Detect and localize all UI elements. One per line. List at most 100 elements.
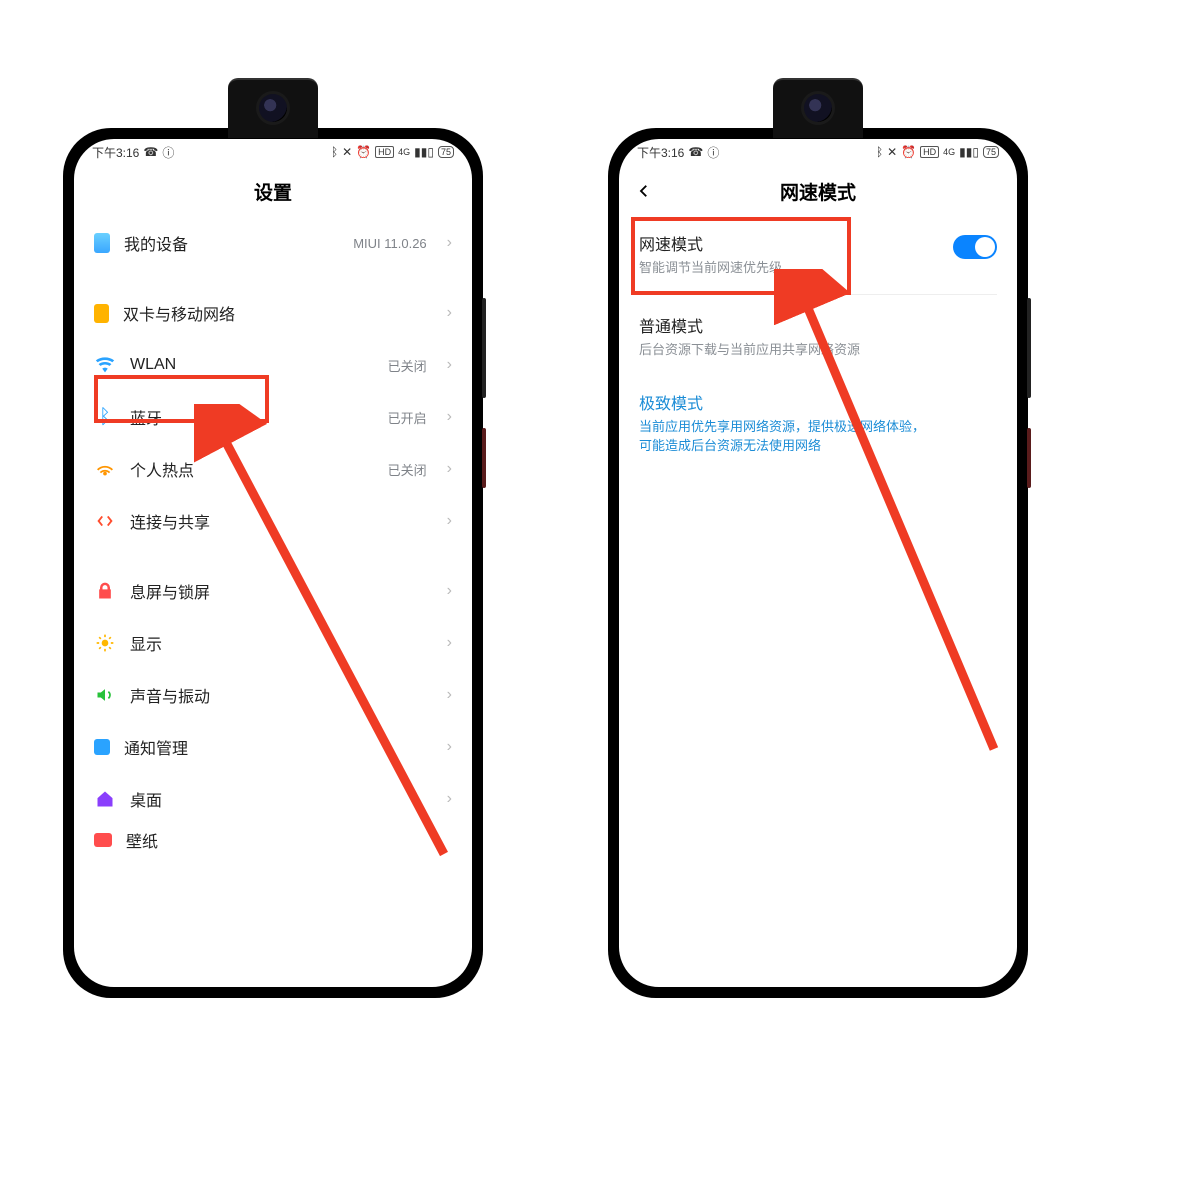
status-bar: 下午3:16 ☎ ⓘ ᛒ ✕ ⏰ HD 4G ▮▮▯ 75 — [74, 139, 472, 165]
row-label: 桌面 — [130, 787, 433, 811]
chevron-right-icon: › — [447, 304, 452, 322]
info-icon: ⓘ — [162, 144, 174, 161]
row-label: 显示 — [130, 631, 433, 655]
share-icon — [94, 510, 116, 532]
dnd-icon: ✕ — [342, 145, 352, 159]
status-time: 下午3:16 — [637, 144, 684, 161]
bluetooth-icon: ᛒ — [94, 406, 116, 428]
screen-settings: 下午3:16 ☎ ⓘ ᛒ ✕ ⏰ HD 4G ▮▮▯ 75 设置 我的设备 MI… — [74, 139, 472, 987]
back-button[interactable] — [635, 165, 665, 217]
row-value: 已关闭 — [388, 460, 427, 479]
page-title: 设置 — [254, 178, 292, 205]
row-label: 连接与共享 — [130, 509, 433, 533]
bluetooth-icon: ᛒ — [876, 145, 883, 159]
sim-icon — [94, 304, 109, 323]
image-icon — [94, 833, 112, 847]
chevron-right-icon: › — [447, 634, 452, 652]
network-icon: 4G — [943, 147, 955, 157]
row-connection-share[interactable]: 连接与共享 › — [74, 495, 472, 547]
row-value: MIUI 11.0.26 — [353, 236, 426, 251]
title-bar: 网速模式 — [619, 165, 1017, 217]
alarm-icon: ⏰ — [356, 145, 371, 159]
block-title: 网速模式 — [639, 231, 782, 255]
status-right: ᛒ ✕ ⏰ HD 4G ▮▮▯ 75 — [876, 145, 999, 159]
row-bluetooth[interactable]: ᛒ 蓝牙 已开启 › — [74, 391, 472, 443]
toggle-switch[interactable] — [953, 235, 997, 259]
row-label: 息屏与锁屏 — [130, 579, 433, 603]
row-display[interactable]: 显示 › — [74, 617, 472, 669]
hotspot-icon — [94, 458, 116, 480]
info-icon: ⓘ — [707, 144, 719, 161]
title-bar: 设置 — [74, 165, 472, 217]
signal-icon: ▮▮▯ — [959, 145, 979, 159]
block-desc: 当前应用优先享用网络资源，提供极速网络体验，可能造成后台资源无法使用网络 — [639, 418, 934, 456]
block-title: 极致模式 — [639, 390, 934, 414]
hd-icon: HD — [375, 146, 394, 158]
volume-button — [1027, 298, 1031, 398]
volume-button — [482, 298, 486, 398]
device-icon — [94, 233, 110, 253]
wifi-icon — [94, 354, 116, 376]
chevron-right-icon: › — [447, 790, 452, 808]
call-icon: ☎ — [688, 145, 703, 159]
lock-icon — [94, 580, 116, 602]
row-label: 通知管理 — [124, 735, 433, 759]
block-extreme-mode[interactable]: 极致模式 当前应用优先享用网络资源，提供极速网络体验，可能造成后台资源无法使用网… — [619, 376, 1017, 472]
block-title: 普通模式 — [639, 313, 860, 337]
row-home[interactable]: 桌面 › — [74, 773, 472, 825]
chevron-right-icon: › — [447, 582, 452, 600]
row-wallpaper[interactable]: 壁纸 — [74, 825, 472, 855]
row-notifications[interactable]: 通知管理 › — [74, 721, 472, 773]
signal-icon: ▮▮▯ — [414, 145, 434, 159]
row-lockscreen[interactable]: 息屏与锁屏 › — [74, 565, 472, 617]
call-icon: ☎ — [143, 145, 158, 159]
home-icon — [94, 788, 116, 810]
status-time: 下午3:16 — [92, 144, 139, 161]
chevron-right-icon: › — [447, 460, 452, 478]
block-normal-mode[interactable]: 普通模式 后台资源下载与当前应用共享网络资源 — [619, 299, 1017, 376]
battery-icon: 75 — [983, 146, 999, 158]
camera-bump — [228, 78, 318, 138]
camera-bump — [773, 78, 863, 138]
row-my-device[interactable]: 我的设备 MIUI 11.0.26 › — [74, 217, 472, 269]
row-label: 壁纸 — [126, 828, 452, 852]
row-label: 双卡与移动网络 — [123, 301, 433, 325]
block-desc: 后台资源下载与当前应用共享网络资源 — [639, 341, 860, 360]
row-value: 已关闭 — [388, 356, 427, 375]
divider — [639, 294, 997, 295]
notification-icon — [94, 739, 110, 755]
bluetooth-icon: ᛒ — [331, 145, 338, 159]
row-label: 我的设备 — [124, 231, 339, 255]
screen-netspeed: 下午3:16 ☎ ⓘ ᛒ ✕ ⏰ HD 4G ▮▮▯ 75 网速模式 网速模式 — [619, 139, 1017, 987]
row-wlan[interactable]: WLAN 已关闭 › — [74, 339, 472, 391]
chevron-right-icon: › — [447, 356, 452, 374]
row-hotspot[interactable]: 个人热点 已关闭 › — [74, 443, 472, 495]
power-button — [1027, 428, 1031, 488]
row-value: 已开启 — [388, 408, 427, 427]
row-sim[interactable]: 双卡与移动网络 › — [74, 287, 472, 339]
status-right: ᛒ ✕ ⏰ HD 4G ▮▮▯ 75 — [331, 145, 454, 159]
row-label: 个人热点 — [130, 457, 374, 481]
block-netspeed-mode[interactable]: 网速模式 智能调节当前网速优先级 — [619, 217, 1017, 294]
block-desc: 智能调节当前网速优先级 — [639, 259, 782, 278]
page-title: 网速模式 — [780, 178, 856, 205]
row-sound[interactable]: 声音与振动 › — [74, 669, 472, 721]
chevron-right-icon: › — [447, 686, 452, 704]
brightness-icon — [94, 632, 116, 654]
battery-icon: 75 — [438, 146, 454, 158]
chevron-right-icon: › — [447, 738, 452, 756]
chevron-right-icon: › — [447, 408, 452, 426]
network-icon: 4G — [398, 147, 410, 157]
power-button — [482, 428, 486, 488]
chevron-left-icon — [635, 182, 653, 200]
row-label: WLAN — [130, 356, 374, 374]
row-label: 声音与振动 — [130, 683, 433, 707]
alarm-icon: ⏰ — [901, 145, 916, 159]
chevron-right-icon: › — [447, 512, 452, 530]
phone-left: 下午3:16 ☎ ⓘ ᛒ ✕ ⏰ HD 4G ▮▮▯ 75 设置 我的设备 MI… — [63, 128, 483, 998]
speaker-icon — [94, 684, 116, 706]
status-bar: 下午3:16 ☎ ⓘ ᛒ ✕ ⏰ HD 4G ▮▮▯ 75 — [619, 139, 1017, 165]
hd-icon: HD — [920, 146, 939, 158]
phone-right: 下午3:16 ☎ ⓘ ᛒ ✕ ⏰ HD 4G ▮▮▯ 75 网速模式 网速模式 — [608, 128, 1028, 998]
row-label: 蓝牙 — [130, 405, 374, 429]
